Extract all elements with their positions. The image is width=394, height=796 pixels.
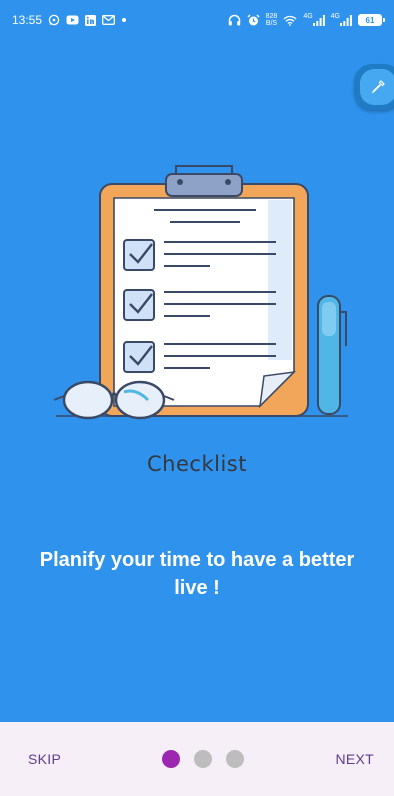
page-dot-3[interactable] (226, 750, 245, 768)
status-bar-right: 828 B/S 4G 4G 61 (228, 12, 385, 27)
network-type-label: 4G (330, 12, 340, 20)
page-dot-1[interactable] (162, 750, 181, 768)
data-speed-indicator: 828 B/S (266, 13, 278, 27)
status-bar-left: 13:55 (12, 13, 127, 27)
next-button[interactable]: NEXT (331, 745, 378, 773)
onboarding-screen: 13:55 828 B/S 4G 4G 61 Checklist Planify… (0, 0, 394, 796)
onboarding-headline: Planify your time to have a better live … (39, 549, 355, 599)
battery-icon: 61 (358, 14, 385, 26)
status-time: 13:55 (12, 13, 43, 27)
page-indicator (162, 750, 245, 768)
checklist-illustration (40, 160, 360, 430)
data-speed-value: 828 (265, 13, 278, 20)
linkedin-icon (85, 14, 97, 26)
onboarding-navigation: SKIP NEXT (0, 722, 394, 796)
data-speed-unit: B/S (265, 20, 278, 27)
signal-icon: 4G (303, 12, 325, 26)
color-picker-button[interactable] (354, 64, 394, 110)
signal-icon: 4G (330, 12, 352, 26)
status-bar: 13:55 828 B/S 4G 4G 61 (0, 0, 394, 40)
network-type-label: 4G (303, 12, 313, 20)
youtube-icon (66, 15, 79, 25)
illustration-caption: Checklist (147, 452, 247, 476)
color-picker-icon (360, 69, 394, 105)
notification-dot-icon (121, 17, 127, 23)
skip-button[interactable]: SKIP (24, 745, 65, 773)
whatsapp-icon (48, 14, 60, 26)
battery-level: 61 (365, 15, 375, 25)
headphones-icon (228, 14, 241, 26)
gmail-icon (102, 15, 115, 25)
wifi-icon (283, 15, 297, 26)
page-dot-2[interactable] (194, 750, 213, 768)
alarm-icon (247, 13, 260, 27)
